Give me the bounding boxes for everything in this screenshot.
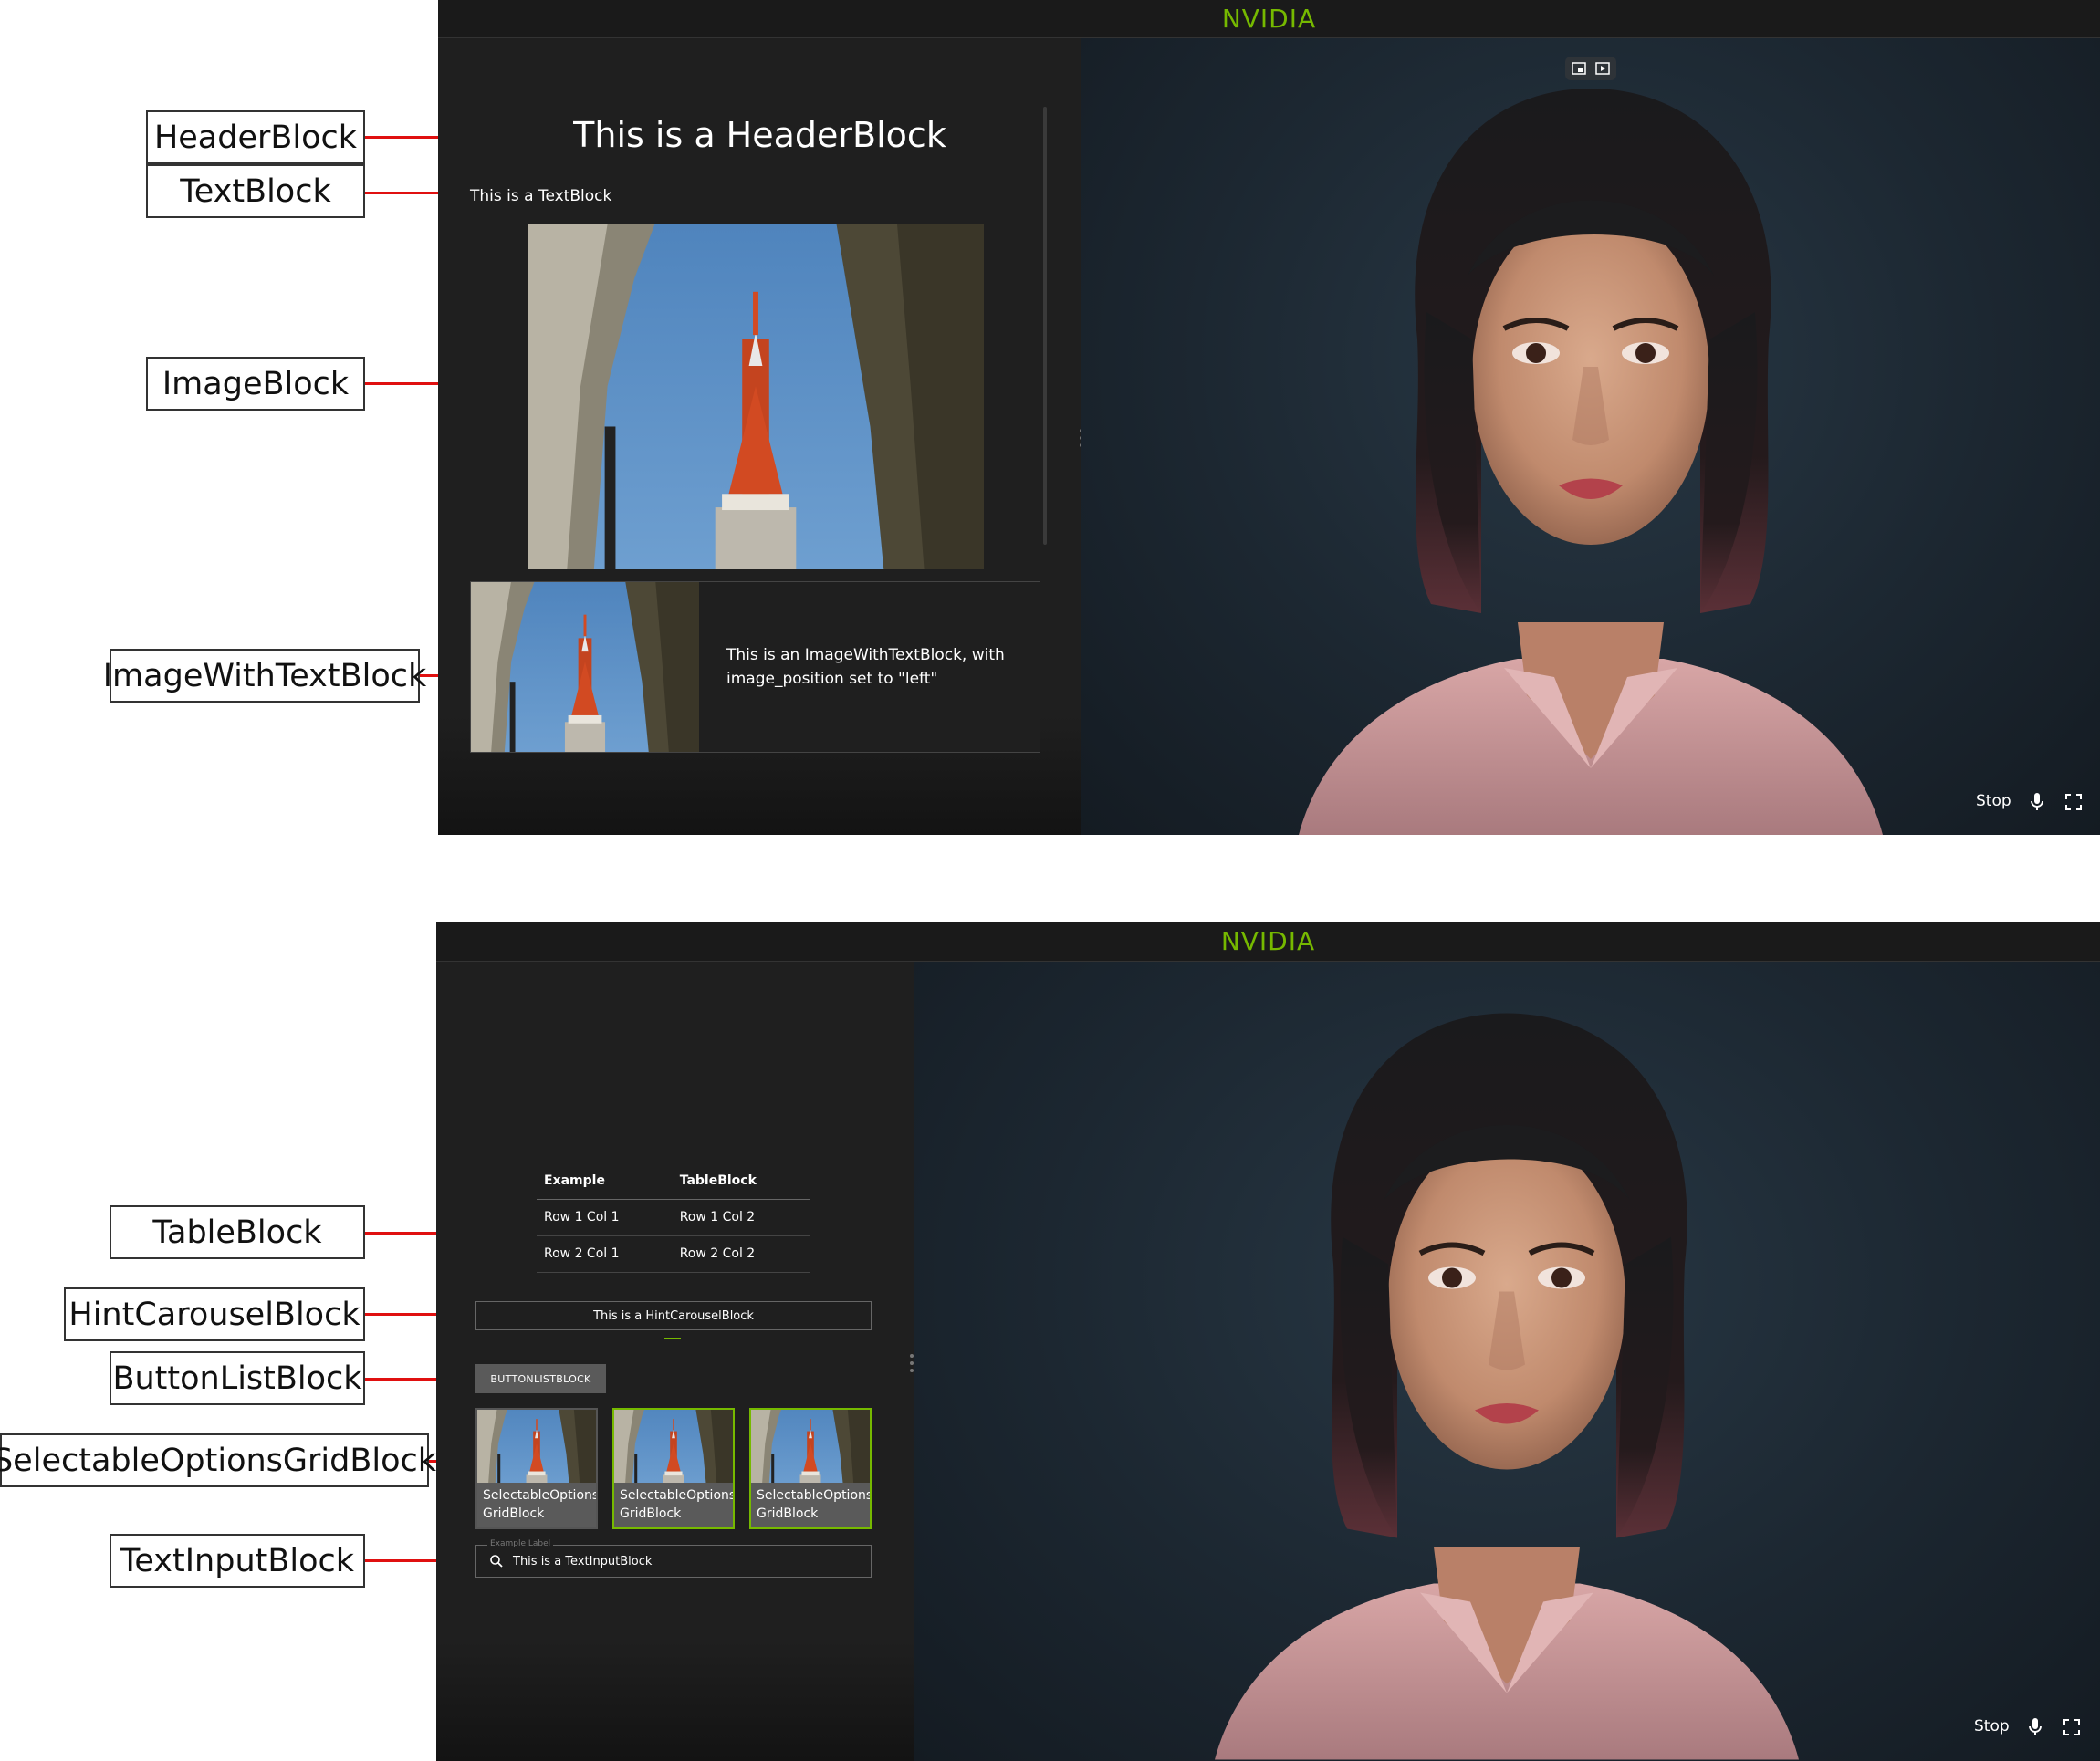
page: HeaderBlock TextBlock ImageBlock ImageWi… bbox=[0, 0, 2100, 1761]
top-bar: NVIDIA bbox=[436, 922, 2100, 962]
text-block: This is a TextBlock bbox=[470, 187, 612, 205]
callout-table-block: TableBlock bbox=[110, 1205, 365, 1259]
option-label: SelectableOptions- GridBlock bbox=[757, 1488, 872, 1521]
search-icon bbox=[490, 1555, 503, 1568]
microphone-icon[interactable] bbox=[2027, 1717, 2043, 1737]
table-block: Example TableBlock Row 1 Col 1 Row 1 Col… bbox=[537, 1162, 810, 1273]
ui-panel: This is a HeaderBlock This is a TextBloc… bbox=[438, 38, 1081, 835]
top-bar: NVIDIA bbox=[438, 0, 2100, 38]
callout-hint-carousel-block: HintCarouselBlock bbox=[64, 1287, 365, 1341]
table-header-cell: Example bbox=[537, 1162, 673, 1200]
callout-selectable-options-grid-block: SelectableOptionsGridBlock bbox=[0, 1433, 436, 1487]
fullscreen-icon[interactable] bbox=[2063, 1719, 2080, 1735]
stop-button[interactable]: Stop bbox=[1974, 1717, 2010, 1735]
option-label: SelectableOptions- GridBlock bbox=[620, 1488, 735, 1521]
avatar-viewport: Stop bbox=[1081, 38, 2100, 835]
selectable-option[interactable]: SelectableOptions- GridBlock bbox=[475, 1408, 598, 1529]
view-controls bbox=[1565, 57, 1616, 80]
fullscreen-icon[interactable] bbox=[2065, 794, 2082, 810]
header-block: This is a HeaderBlock bbox=[573, 115, 946, 155]
table-cell: Row 1 Col 2 bbox=[672, 1199, 810, 1236]
callout-text-input-block: TextInputBlock bbox=[110, 1534, 365, 1588]
table-header-row: Example TableBlock bbox=[537, 1162, 810, 1200]
button-list-button[interactable]: BUTTONLISTBLOCK bbox=[475, 1364, 606, 1393]
microphone-icon[interactable] bbox=[2029, 792, 2045, 812]
image-with-text-text: This is an ImageWithTextBlock, with imag… bbox=[726, 646, 1005, 688]
app-window-top: NVIDIA This is a HeaderBlock This is a T… bbox=[438, 0, 2100, 835]
avatar-figure bbox=[1215, 1013, 1799, 1760]
image-with-text-image bbox=[471, 582, 699, 752]
callout-text-block: TextBlock bbox=[146, 164, 365, 218]
text-input-block[interactable]: Example Label This is a TextInputBlock bbox=[475, 1539, 872, 1578]
stop-button[interactable]: Stop bbox=[1976, 792, 2011, 810]
callout-image-with-text-block: ImageWithTextBlock bbox=[103, 649, 426, 703]
callout-button-list-block: ButtonListBlock bbox=[110, 1351, 365, 1405]
carousel-indicator[interactable] bbox=[664, 1338, 681, 1339]
option-label: SelectableOptions- GridBlock bbox=[483, 1488, 598, 1521]
scrollbar[interactable] bbox=[1043, 107, 1047, 545]
selectable-option[interactable]: SelectableOptions- GridBlock bbox=[749, 1408, 872, 1529]
app-window-bottom: NVIDIA Example TableBlock Row 1 Col 1 Ro… bbox=[436, 922, 2100, 1761]
table-row: Row 2 Col 1 Row 2 Col 2 bbox=[537, 1235, 810, 1273]
image-block bbox=[528, 224, 984, 569]
play-video-icon[interactable] bbox=[1594, 60, 1611, 77]
table-cell: Row 2 Col 1 bbox=[537, 1235, 673, 1273]
image-with-text-block: This is an ImageWithTextBlock, with imag… bbox=[470, 581, 1040, 753]
input-value: This is a TextInputBlock bbox=[513, 1554, 653, 1568]
ui-panel: Example TableBlock Row 1 Col 1 Row 1 Col… bbox=[436, 962, 914, 1761]
nvidia-logo: NVIDIA bbox=[1220, 926, 1316, 956]
avatar-figure bbox=[1299, 89, 1883, 835]
selectable-option[interactable]: SelectableOptions- GridBlock bbox=[612, 1408, 735, 1529]
input-label: Example Label bbox=[487, 1539, 554, 1548]
hint-carousel-block[interactable]: This is a HintCarouselBlock bbox=[475, 1301, 872, 1330]
table-cell: Row 1 Col 1 bbox=[537, 1199, 673, 1236]
callout-image-block: ImageBlock bbox=[146, 357, 365, 411]
table-row: Row 1 Col 1 Row 1 Col 2 bbox=[537, 1199, 810, 1236]
callout-header-block: HeaderBlock bbox=[146, 110, 365, 164]
avatar-viewport: Stop bbox=[914, 962, 2100, 1761]
table-header-cell: TableBlock bbox=[672, 1162, 810, 1200]
nvidia-logo: NVIDIA bbox=[1221, 4, 1317, 34]
picture-in-picture-icon[interactable] bbox=[1571, 60, 1587, 77]
table-cell: Row 2 Col 2 bbox=[672, 1235, 810, 1273]
